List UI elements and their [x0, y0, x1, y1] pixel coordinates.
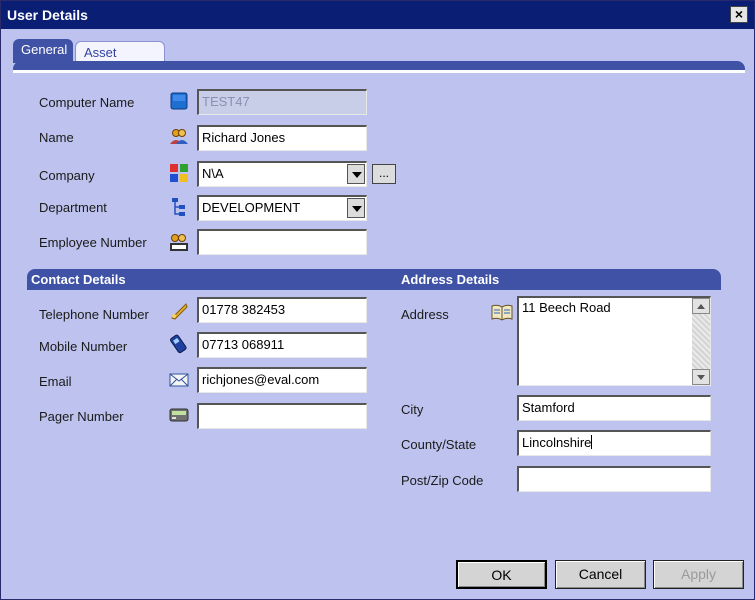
mobile-input[interactable]: 07713 068911: [197, 332, 367, 358]
postcode-input[interactable]: [517, 466, 711, 492]
title-bar[interactable]: User Details ×: [1, 1, 754, 29]
user-details-dialog: User Details × General Asset Details Com…: [0, 0, 755, 600]
telephone-icon: [169, 301, 189, 321]
email-input[interactable]: richjones@eval.com: [197, 367, 367, 393]
company-label: Company: [39, 168, 95, 183]
computer-name-label: Computer Name: [39, 95, 135, 110]
pager-label: Pager Number: [39, 409, 124, 424]
city-input[interactable]: Stamford: [517, 395, 711, 421]
name-input[interactable]: Richard Jones: [197, 125, 367, 151]
apply-button[interactable]: Apply: [653, 560, 744, 589]
address-textarea[interactable]: 11 Beech Road: [517, 296, 711, 386]
address-details-header: Address Details: [371, 269, 721, 290]
close-icon: ×: [734, 6, 744, 22]
mobile-phone-icon: [169, 334, 189, 354]
computer-icon: [169, 91, 189, 111]
employee-badge-icon: [168, 232, 188, 252]
address-scrollbar[interactable]: [692, 298, 710, 385]
ok-button[interactable]: OK: [456, 560, 547, 589]
telephone-input[interactable]: 01778 382453: [197, 297, 367, 323]
envelope-icon: [169, 369, 189, 389]
address-textarea-value: 11 Beech Road: [522, 300, 611, 315]
mobile-label: Mobile Number: [39, 339, 128, 354]
users-icon: [169, 127, 189, 147]
county-input-value: Lincolnshire: [522, 435, 592, 450]
address-label: Address: [401, 307, 449, 322]
telephone-label: Telephone Number: [39, 307, 149, 322]
address-book-icon: [491, 303, 513, 323]
scroll-up-icon[interactable]: [692, 298, 710, 314]
employee-number-label: Employee Number: [39, 235, 147, 250]
computer-name-input[interactable]: TEST47: [197, 89, 367, 115]
department-tree-icon: [169, 197, 189, 217]
department-select[interactable]: DEVELOPMENT: [197, 195, 367, 221]
city-label: City: [401, 402, 424, 417]
county-label: County/State: [401, 437, 477, 452]
postcode-label: Post/Zip Code: [401, 473, 484, 488]
name-label: Name: [39, 130, 74, 145]
county-input[interactable]: Lincolnshire: [517, 430, 711, 456]
employee-number-input[interactable]: [197, 229, 367, 255]
company-browse-button[interactable]: ...: [372, 164, 396, 184]
tab-general[interactable]: General: [13, 39, 73, 63]
pager-input[interactable]: [197, 403, 367, 429]
department-label: Department: [39, 200, 107, 215]
pager-icon: [169, 405, 189, 425]
email-label: Email: [39, 374, 72, 389]
window-title: User Details: [7, 7, 88, 23]
scroll-down-icon[interactable]: [692, 369, 710, 385]
company-icon: [169, 163, 189, 183]
close-button[interactable]: ×: [730, 6, 748, 23]
company-select[interactable]: N\A: [197, 161, 367, 187]
cancel-button[interactable]: Cancel: [555, 560, 646, 589]
tab-panel-border: [13, 61, 745, 73]
text-caret: [591, 435, 593, 449]
tab-asset-details[interactable]: Asset Details: [75, 41, 165, 75]
department-select-value: DEVELOPMENT: [202, 200, 301, 215]
chevron-down-icon[interactable]: [347, 198, 365, 218]
contact-details-header: Contact Details: [27, 269, 371, 290]
chevron-down-icon[interactable]: [347, 164, 365, 184]
company-select-value: N\A: [202, 166, 224, 181]
